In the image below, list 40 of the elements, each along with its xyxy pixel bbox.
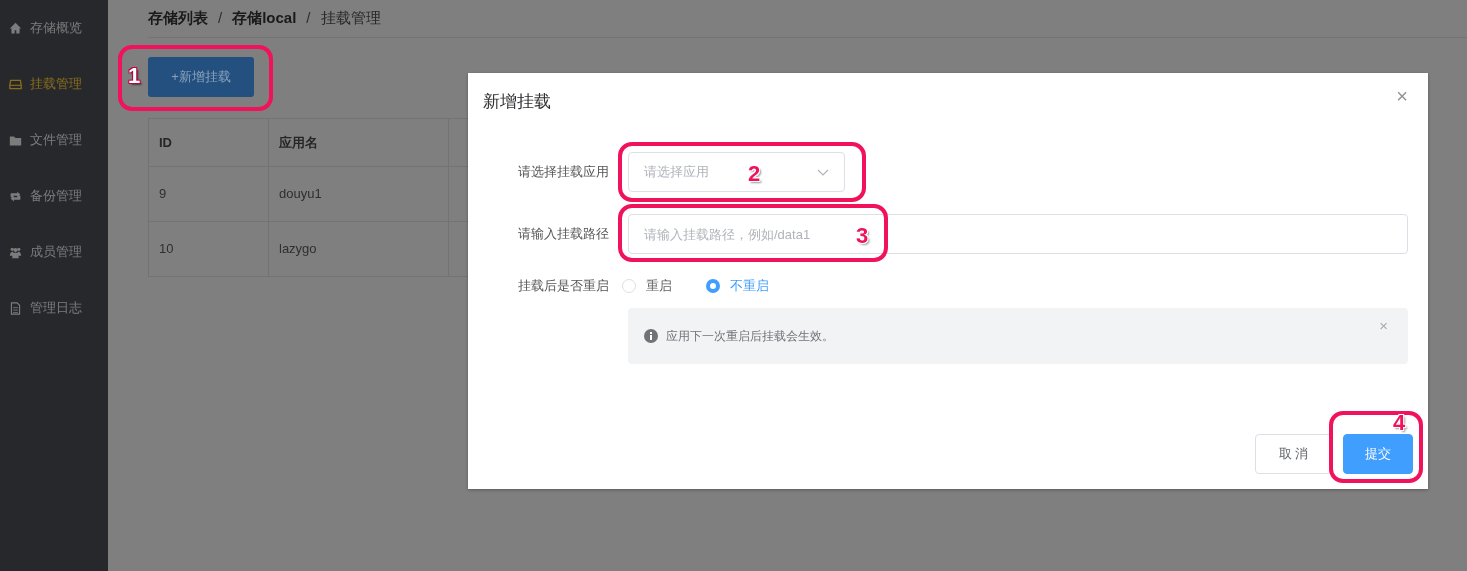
- breadcrumb-separator: /: [218, 8, 223, 29]
- callout-number: 3: [856, 225, 869, 247]
- sync-icon: [9, 189, 22, 203]
- field-label: 请选择挂载应用: [517, 163, 609, 182]
- info-icon: [644, 328, 658, 343]
- close-button[interactable]: ×: [1390, 85, 1414, 107]
- alert-text: 应用下一次重启后挂载会生效。: [666, 327, 834, 345]
- document-icon: [9, 301, 22, 315]
- sidebar-item[interactable]: 挂载管理: [0, 56, 108, 112]
- breadcrumb-link[interactable]: 存储列表: [148, 7, 208, 30]
- submit-button[interactable]: 提交: [1343, 434, 1413, 474]
- table-cell: douyu1: [268, 166, 449, 222]
- folder-icon: [9, 133, 22, 147]
- cancel-button[interactable]: 取 消: [1255, 434, 1332, 474]
- dialog-title: 新增挂载: [483, 91, 551, 113]
- radio-option[interactable]: 不重启: [706, 276, 769, 296]
- field-label: 请输入挂载路径: [517, 225, 609, 244]
- breadcrumb-link[interactable]: 存储local: [232, 7, 297, 30]
- breadcrumb-current: 挂载管理: [320, 8, 381, 29]
- add-button[interactable]: +新增挂载: [148, 57, 254, 97]
- table-cell: 10: [148, 221, 269, 277]
- users-icon: [9, 245, 22, 259]
- close-button[interactable]: ×: [1373, 313, 1394, 338]
- sidebar-item[interactable]: 备份管理: [0, 168, 108, 224]
- sidebar-item[interactable]: 存储概览: [0, 0, 108, 56]
- radio-option[interactable]: 重启: [622, 276, 672, 296]
- callout-number: 2: [748, 163, 761, 185]
- table-cell: 9: [148, 166, 269, 222]
- column-header: ID: [148, 118, 269, 167]
- sidebar-item[interactable]: 管理日志: [0, 280, 108, 336]
- breadcrumb-separator: /: [306, 8, 311, 29]
- column-header: 应用名: [268, 118, 449, 167]
- callout-number: 1: [128, 65, 141, 87]
- callout-number: 4: [1393, 412, 1406, 434]
- sidebar-item[interactable]: 成员管理: [0, 224, 108, 280]
- field-label: 挂载后是否重启: [517, 277, 609, 295]
- table-cell: lazygo: [268, 221, 449, 277]
- home-icon: [9, 21, 22, 35]
- drive-icon: [9, 77, 22, 91]
- sidebar-item[interactable]: 文件管理: [0, 112, 108, 168]
